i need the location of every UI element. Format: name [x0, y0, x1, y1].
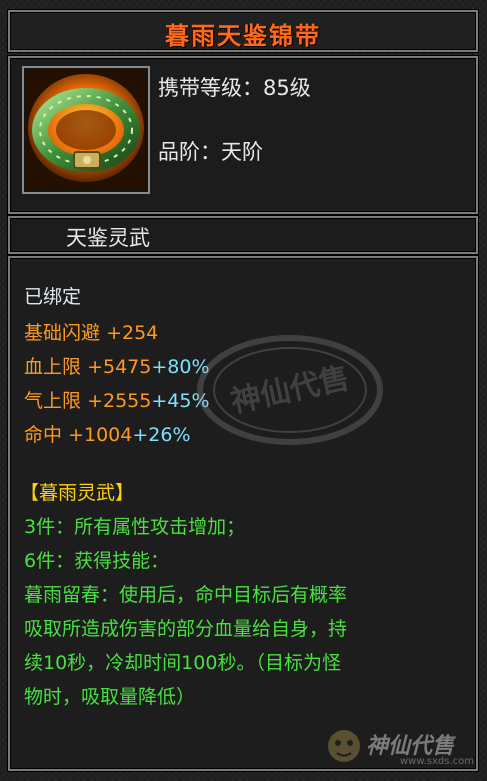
item-grade-value: 天阶	[221, 140, 263, 164]
stat-line-qi: 气上限 +2555+45%	[24, 386, 210, 413]
watermark-text: 神仙代售	[228, 361, 353, 420]
set-bonus-line: 暮雨留春：使用后，命中目标后有概率	[24, 584, 348, 606]
mascot-icon	[328, 730, 360, 762]
set-bonus-line: 物时，吸取量降低）	[24, 686, 196, 708]
set-bonus-title: 【暮雨灵武】	[20, 482, 135, 504]
item-grade-label: 品阶：	[158, 140, 221, 164]
site-logo: 神仙代售 www.sxds.com	[326, 722, 486, 772]
watermark-stamp: 神仙代售	[197, 335, 383, 445]
stat-line-hit: 命中 +1004+26%	[24, 420, 191, 447]
stat-value: +254	[106, 322, 159, 344]
stat-line-hp: 血上限 +5475+80%	[24, 352, 210, 379]
stat-percent: +26%	[132, 424, 191, 446]
stat-line-dodge: 基础闪避 +254	[24, 318, 158, 345]
set-bonus-line: 吸取所造成伤害的部分血量给自身，持	[24, 618, 348, 640]
set-bonus-line: 3件：所有属性攻击增加；	[24, 516, 246, 538]
item-info-panel: 携带等级：85级 品阶：天阶	[8, 56, 478, 214]
logo-url: www.sxds.com	[400, 756, 475, 767]
item-slot	[22, 66, 150, 194]
stat-label: 气上限	[24, 390, 82, 412]
belt-icon	[26, 70, 146, 190]
item-grade: 品阶：天阶	[158, 136, 263, 166]
title-bar: 暮雨天鉴锦带	[8, 10, 478, 52]
stat-label: 命中	[24, 424, 63, 446]
set-bonus-line: 续10秒，冷却时间100秒。（目标为怪	[24, 652, 341, 674]
set-bonus-line: 6件：获得技能：	[24, 550, 170, 572]
bound-status: 已绑定	[24, 286, 82, 308]
stat-value: +2555	[87, 390, 152, 412]
stat-label: 血上限	[24, 356, 82, 378]
item-tooltip: 暮雨天鉴锦带 携带等级：85级 品阶：天阶 天鉴灵武 已绑定 基础闪避 +254…	[0, 0, 487, 781]
carry-level-value: 85级	[263, 76, 311, 100]
carry-level-label: 携带等级：	[158, 76, 263, 100]
item-name: 暮雨天鉴锦带	[165, 22, 321, 50]
stat-value: +1004	[68, 424, 133, 446]
stat-value: +5475	[87, 356, 152, 378]
set-name: 天鉴灵武	[66, 226, 150, 250]
set-name-panel: 天鉴灵武	[8, 216, 478, 254]
stat-label: 基础闪避	[24, 322, 101, 344]
carry-level: 携带等级：85级	[158, 72, 311, 102]
